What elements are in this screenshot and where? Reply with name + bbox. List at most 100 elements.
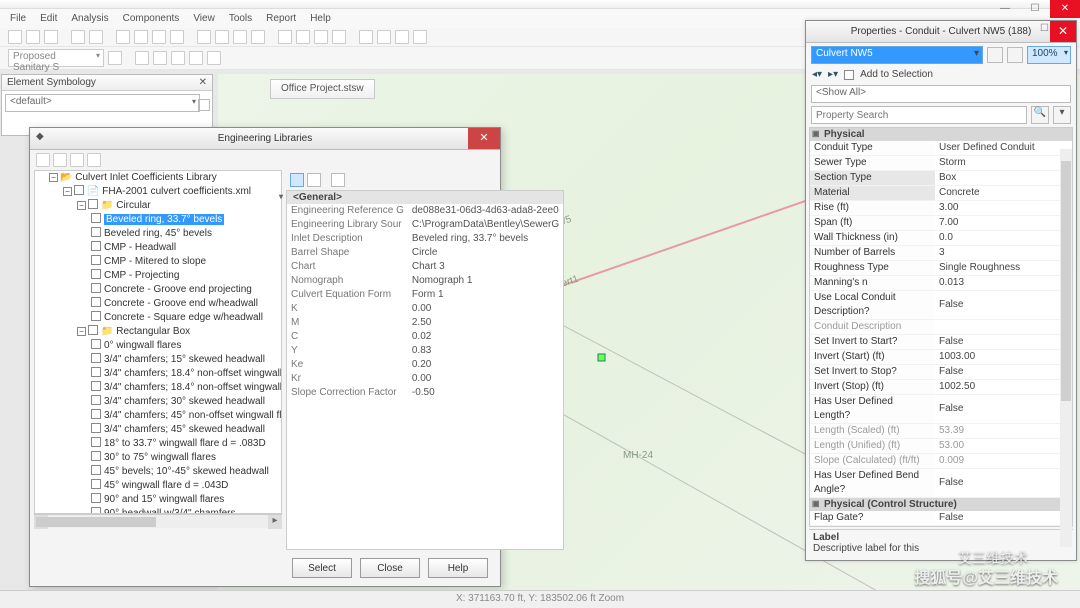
graphs-icon[interactable] <box>233 30 247 44</box>
prop-row[interactable]: Conduit TypeUser Defined Conduit <box>810 141 1072 156</box>
tree-item[interactable]: 3/4" chamfers; 45° non-offset wingwall f… <box>35 409 281 423</box>
prop-row[interactable]: Invert (Stop) (ft)1002.50 <box>810 380 1072 395</box>
next-icon[interactable]: ▸▾ <box>828 69 838 80</box>
open-icon[interactable] <box>26 30 40 44</box>
prop-row[interactable]: Span (ft)7.00 <box>810 216 1072 231</box>
background-icon[interactable] <box>377 30 391 44</box>
prev-icon[interactable]: ◂▾ <box>812 69 822 80</box>
close-button[interactable]: Close <box>360 558 420 578</box>
tree-item[interactable]: 3/4" chamfers; 45° skewed headwall <box>35 423 281 437</box>
save-icon[interactable] <box>44 30 58 44</box>
panel-close-icon[interactable]: ✕ <box>199 77 207 88</box>
win-max[interactable]: ☐ <box>1020 0 1050 18</box>
gutter-icon[interactable] <box>189 51 203 65</box>
prop-row[interactable]: Has User Defined Length?False <box>810 395 1072 424</box>
prop-max-icon[interactable]: ☐ <box>1040 23 1049 34</box>
eng-tree-hscroll[interactable]: ◂▸ <box>34 514 282 528</box>
menu-report[interactable]: Report <box>266 13 296 24</box>
prop-row[interactable]: MaterialConcrete <box>810 186 1072 201</box>
tree-item[interactable]: CMP - Projecting <box>35 269 281 283</box>
win-close[interactable]: ✕ <box>1050 0 1080 18</box>
conduit-icon[interactable] <box>153 51 167 65</box>
flextables-icon[interactable] <box>215 30 229 44</box>
scenario-select[interactable]: Proposed Sanitary S <box>8 49 104 67</box>
tree-item[interactable]: 90° and 15° wingwall flares <box>35 493 281 507</box>
alphabetical-icon[interactable] <box>307 173 321 187</box>
prop-row[interactable]: Invert (Start) (ft)1003.00 <box>810 350 1072 365</box>
prop-row[interactable]: Has Start Control Structure?False <box>810 526 1072 528</box>
menu-view[interactable]: View <box>193 13 215 24</box>
new-icon[interactable] <box>8 30 22 44</box>
tree-item[interactable]: 3/4" chamfers; 18.4° non-offset wingwall… <box>35 381 281 395</box>
general-category[interactable]: <General> <box>287 191 563 204</box>
help-button[interactable]: Help <box>428 558 488 578</box>
prop-group[interactable]: Physical (Control Structure) <box>810 498 1072 511</box>
tree-item[interactable]: 3/4" chamfers; 18.4° non-offset wingwall… <box>35 367 281 381</box>
eng-property-grid[interactable]: <General> Engineering Reference Gde088e3… <box>286 190 564 550</box>
tree-item[interactable]: 45° bevels; 10°-45° skewed headwall <box>35 465 281 479</box>
prop-close-button[interactable]: ✕ <box>1050 21 1076 42</box>
add-to-selection-checkbox[interactable] <box>844 70 854 80</box>
zoom-combo[interactable]: 100% <box>1027 46 1071 64</box>
prop-row[interactable]: Conduit Description <box>810 320 1072 335</box>
menu-tools[interactable]: Tools <box>229 13 252 24</box>
eng-copy-icon[interactable] <box>87 153 101 167</box>
search-icon[interactable]: 🔍 <box>1031 106 1049 124</box>
prop-row[interactable]: Number of Barrels3 <box>810 246 1072 261</box>
prop-row[interactable]: Length (Scaled) (ft)53.39 <box>810 424 1072 439</box>
locate-icon[interactable] <box>987 47 1003 63</box>
tree-item[interactable]: 0° wingwall flares <box>35 339 281 353</box>
menu-help[interactable]: Help <box>310 13 331 24</box>
pump-icon[interactable] <box>207 51 221 65</box>
prop-row[interactable]: Set Invert to Stop?False <box>810 365 1072 380</box>
select-button[interactable]: Select <box>292 558 352 578</box>
prop-row[interactable]: Section TypeBox <box>810 171 1072 186</box>
properties-vscroll[interactable] <box>1060 149 1072 547</box>
tree-item[interactable]: 18° to 33.7° wingwall flare d = .083D <box>35 437 281 451</box>
menu-analysis[interactable]: Analysis <box>71 13 108 24</box>
prop-row[interactable]: Length (Unified) (ft)53.00 <box>810 439 1072 454</box>
menu-components[interactable]: Components <box>123 13 180 24</box>
eng-delete-icon[interactable] <box>70 153 84 167</box>
layers-icon[interactable] <box>359 30 373 44</box>
symbology-combo[interactable]: <default> <box>5 94 200 112</box>
tree-item[interactable]: 90° headwall w/3/4" chamfers <box>35 507 281 514</box>
pan-icon[interactable] <box>134 30 148 44</box>
properties-grid[interactable]: PhysicalConduit TypeUser Defined Conduit… <box>809 127 1073 527</box>
menu-edit[interactable]: Edit <box>40 13 57 24</box>
prop-row[interactable]: Rise (ft)3.00 <box>810 201 1072 216</box>
restore-icon[interactable] <box>198 99 210 111</box>
tree-item[interactable]: CMP - Mitered to slope <box>35 255 281 269</box>
tree-item[interactable]: 30° to 75° wingwall flares <box>35 451 281 465</box>
tree-item[interactable]: 45° wingwall flare d = .043D <box>35 479 281 493</box>
prop-row[interactable]: Use Local Conduit Description?False <box>810 291 1072 320</box>
element-selector[interactable]: Culvert NW5 <box>811 46 983 64</box>
prop-row[interactable]: Slope (Calculated) (ft/ft)0.009 <box>810 454 1072 469</box>
tree-item[interactable]: Concrete - Groove end w/headwall <box>35 297 281 311</box>
tree-item[interactable]: Beveled ring, 45° bevels <box>35 227 281 241</box>
undo-icon[interactable] <box>71 30 85 44</box>
win-min[interactable]: — <box>990 0 1020 18</box>
prop-row[interactable]: Flap Gate?False <box>810 511 1072 526</box>
tree-item[interactable]: CMP - Headwall <box>35 241 281 255</box>
validate-icon[interactable] <box>296 30 310 44</box>
compute-icon[interactable] <box>278 30 292 44</box>
prop-row[interactable]: Wall Thickness (in)0.0 <box>810 231 1072 246</box>
tools-icon[interactable] <box>413 30 427 44</box>
eng-open-icon[interactable] <box>36 153 50 167</box>
propview-expand-icon[interactable] <box>331 173 345 187</box>
tree-item[interactable]: 3/4" chamfers; 15° skewed headwall <box>35 353 281 367</box>
menu-file[interactable]: File <box>10 13 26 24</box>
select-icon[interactable] <box>116 30 130 44</box>
zoom-extents-icon[interactable] <box>170 30 184 44</box>
alternatives-icon[interactable] <box>332 30 346 44</box>
annotation-icon[interactable] <box>395 30 409 44</box>
select-in-view-icon[interactable] <box>1007 47 1023 63</box>
prop-row[interactable]: Roughness TypeSingle Roughness <box>810 261 1072 276</box>
prop-row[interactable]: Set Invert to Start?False <box>810 335 1072 350</box>
zoom-icon[interactable] <box>152 30 166 44</box>
prop-row[interactable]: Manning's n0.013 <box>810 276 1072 291</box>
property-search-input[interactable] <box>811 106 1027 124</box>
profiles-icon[interactable] <box>251 30 265 44</box>
tree-item[interactable]: Concrete - Groove end projecting <box>35 283 281 297</box>
